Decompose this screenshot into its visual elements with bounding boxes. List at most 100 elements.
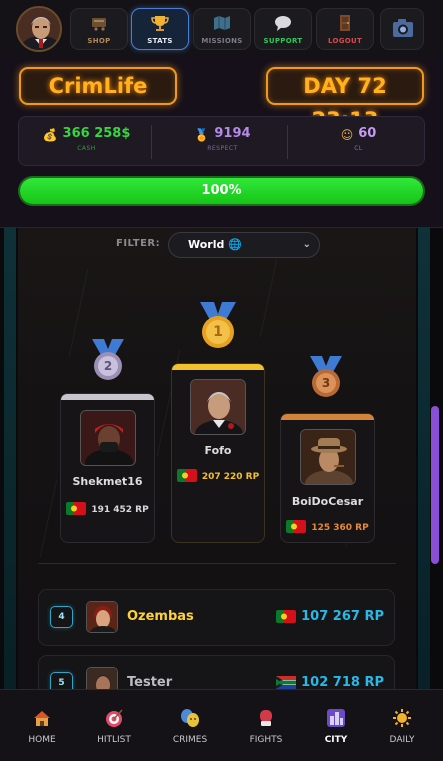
cash-value: 366 258$ [62,126,131,141]
podium-accent [172,364,264,370]
medal-rank-2: 2 [103,359,113,373]
camera-icon [393,19,413,37]
leaderboard-row[interactable]: 4 Ozembas 107 267 RP [38,589,395,646]
bottom-nav-crimes[interactable]: CRIMES [153,690,227,761]
game-title: CrimLife [19,67,177,105]
south-africa-flag-icon [276,676,297,689]
respect-stat: 🏅 9194 RESPECT [155,117,290,167]
stat-divider [151,125,152,159]
speech-bubble-icon [275,16,291,31]
player-rp: 207 220 RP [201,472,260,482]
bronze-medal-icon: 3 [307,356,345,400]
map-icon [214,16,230,30]
cash-stat: 💰 366 258$ CASH [19,117,154,167]
medal-icon: 🏅 [194,128,210,142]
cl-stat: ☺ 60 CL [291,117,426,167]
podium-accent [61,394,154,400]
stats-bar: 💰 366 258$ CASH 🏅 9194 RESPECT ☺ 60 CL [18,116,425,166]
rain-streak [39,478,58,558]
player-rp: 191 452 RP [91,505,149,515]
godfather-portrait-icon [191,380,245,434]
player-avatar [86,601,118,633]
filter-label: FILTER: [116,238,161,249]
day-clock: DAY 72 23:13 [266,67,424,132]
cl-caption: CL [354,145,363,152]
house-icon [34,711,50,726]
player-rp: 125 360 RP [311,523,369,533]
rain-streak [68,268,89,358]
bottom-nav-label: FIGHTS [249,735,283,745]
podium-second[interactable]: Shekmet16 191 452 RP [60,393,155,543]
player-rp: 102 718 RP [301,675,384,690]
nav-shop-button[interactable]: SHOP [70,8,128,50]
masks-icon [181,709,199,727]
app-root: SHOP STATS MISSIONS SUPPORT LOGOUT CrimL… [0,0,443,761]
podium-first[interactable]: Fofo 207 220 RP [171,363,265,543]
nav-shop-label: SHOP [87,37,111,45]
stat-divider [287,125,288,159]
bottom-nav: HOME HITLIST CRIMES FIGHTS CITY DAILY [0,689,443,761]
cl-value: 60 [358,126,377,141]
bottom-nav-label: HOME [28,735,56,745]
player-name: Tester [127,675,173,690]
nav-stats-button[interactable]: STATS [131,8,189,50]
bottom-nav-label: DAILY [389,735,415,745]
player-avatar [300,429,356,485]
player-rp: 107 267 RP [301,609,384,624]
rank-badge: 4 [50,606,73,628]
fedora-gangster-portrait-icon [301,430,355,484]
nav-logout-button[interactable]: LOGOUT [316,8,374,50]
player-name: Shekmet16 [72,475,143,488]
medal-rank-1: 1 [213,324,223,340]
player-name: Fofo [204,444,232,457]
bottom-nav-home[interactable]: HOME [5,690,79,761]
portugal-flag-icon [66,502,87,515]
city-icon [327,709,345,727]
section-divider [38,563,396,564]
player-name: Ozembas [127,609,194,624]
cash-caption: CASH [77,145,96,152]
silver-medal-icon: 2 [89,339,127,383]
nav-support-button[interactable]: SUPPORT [254,8,312,50]
door-icon [340,15,350,31]
chevron-down-icon: ⌄ [302,239,311,250]
camera-button[interactable] [380,8,424,50]
money-bag-icon: 💰 [42,128,58,142]
nav-missions-button[interactable]: MISSIONS [193,8,251,50]
progress-bar: 100% [18,176,425,206]
female-gangster-portrait-icon [87,602,117,632]
trophy-icon [151,16,169,31]
filter-select[interactable]: World 🌐 ⌄ [168,232,320,258]
bottom-nav-fights[interactable]: FIGHTS [229,690,303,761]
cart-icon [92,18,106,31]
smile-icon: ☺ [340,128,354,142]
progress-label: 100% [201,183,242,198]
nav-logout-label: LOGOUT [327,37,363,45]
medal-rank-3: 3 [321,376,331,390]
gangster-portrait-icon [81,411,135,465]
nav-stats-label: STATS [147,37,173,45]
leaderboard-area: FILTER: World 🌐 ⌄ 1 2 3 Shekmet16 191 45… [0,228,443,712]
bottom-nav-daily[interactable]: DAILY [365,690,439,761]
nav-support-label: SUPPORT [263,37,303,45]
bottom-nav-label: HITLIST [97,735,131,745]
right-rail [418,228,430,689]
gold-medal-icon: 1 [196,302,240,352]
left-rail [4,228,16,689]
sun-icon [393,709,411,727]
respect-caption: RESPECT [207,145,238,152]
player-avatar[interactable] [16,6,62,52]
mobster-portrait-icon [18,8,60,50]
scrollbar-thumb[interactable] [431,406,439,564]
player-avatar [190,379,246,435]
bottom-nav-hitlist[interactable]: HITLIST [77,690,151,761]
rain-streak [259,258,278,338]
bottom-nav-label: CRIMES [172,735,208,745]
bottom-nav-city[interactable]: CITY [299,690,373,761]
filter-selected-value: World 🌐 [188,238,242,251]
podium-third[interactable]: BoiDoCesar 125 360 RP [280,413,375,543]
portugal-flag-icon [176,469,197,482]
game-header: CrimLife DAY 72 23:13 💰 366 258$ CASH 🏅 91… [0,58,443,228]
boxing-glove-icon [260,710,272,726]
respect-value: 9194 [214,126,251,141]
